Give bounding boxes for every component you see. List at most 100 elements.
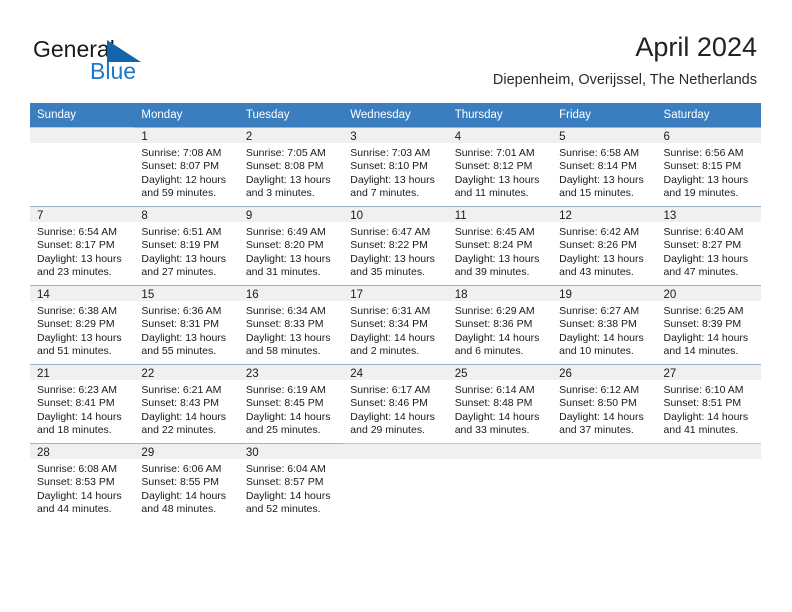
calendar-day-cell[interactable]: 5 Sunrise: 6:58 AM Sunset: 8:14 PM Daylight… [552,127,657,207]
sunset-text: Sunset: 8:26 PM [559,239,637,252]
daylight-text: Daylight: 13 hours and 11 minutes. [454,173,540,200]
daylight-text: Daylight: 14 hours and 37 minutes. [559,410,644,437]
sunset-text: Sunset: 8:45 PM [245,397,324,410]
calendar-table: Sunday Monday Tuesday Wednesday Thursday Frid… [30,103,761,522]
sunset-text: Sunset: 8:15 PM [663,160,742,173]
weekday-header-wednesday: Wednesday [343,103,448,128]
calendar-day-cell[interactable]: 20 Sunrise: 6:25 AM Sunset: 8:39 PM Dayligh… [656,285,761,365]
calendar-day-cell[interactable]: 21 Sunrise: 6:23 AM Sunset: 8:41 PM Dayligh… [30,364,135,444]
calendar-day-cell[interactable]: 24 Sunrise: 6:17 AM Sunset: 8:46 PM Dayligh… [343,364,448,444]
sunrise-text: Sunrise: 6:23 AM [37,384,117,396]
page-subtitle: Diepenheim, Overijssel, The Netherlands [492,72,757,88]
daylight-text: Daylight: 14 hours and 10 minutes. [559,331,644,358]
sunset-text: Sunset: 8:12 PM [454,160,533,173]
sunset-text: Sunset: 8:43 PM [141,397,220,410]
calendar-day-cell[interactable]: 19 Sunrise: 6:27 AM Sunset: 8:38 PM Dayligh… [552,285,657,365]
daylight-text: Daylight: 13 hours and 23 minutes. [37,252,122,279]
sunset-text: Sunset: 8:10 PM [350,160,428,173]
day-details: Sunrise: 6:21 AM Sunset: 8:43 PM Daylight:… [134,380,238,438]
logo-text-blue: Blue [90,58,137,84]
daylight-text: Daylight: 14 hours and 14 minutes. [663,331,749,358]
calendar-day-cell[interactable]: 15 Sunrise: 6:36 AM Sunset: 8:31 PM Dayligh… [134,285,239,365]
sunrise-text: Sunrise: 6:25 AM [663,305,744,317]
sunrise-text: Sunrise: 6:38 AM [37,305,117,317]
sunrise-text: Sunrise: 6:10 AM [663,384,744,396]
weekday-header-monday: Monday [134,103,239,128]
calendar-day-cell[interactable]: 4 Sunrise: 7:01 AM Sunset: 8:12 PM Daylight… [447,127,553,207]
day-details: Sunrise: 6:19 AM Sunset: 8:45 PM Daylight:… [239,380,343,438]
day-number [30,128,135,143]
day-number: 5 [552,128,657,143]
day-number: 9 [238,207,344,222]
daylight-text: Daylight: 13 hours and 27 minutes. [141,252,227,279]
weekday-header-saturday: Saturday [656,103,761,128]
calendar-week-row: 21 Sunrise: 6:23 AM Sunset: 8:41 PM Dayligh… [30,364,761,444]
sunrise-text: Sunrise: 6:19 AM [245,384,326,396]
day-number: 11 [447,207,553,222]
general-blue-logo[interactable]: General Blue [33,36,233,88]
calendar-day-cell[interactable]: 29 Sunrise: 6:06 AM Sunset: 8:55 PM Dayligh… [134,443,239,522]
day-number: 24 [343,365,448,380]
sunset-text: Sunset: 8:20 PM [245,239,324,252]
weekday-header-tuesday: Tuesday [238,103,344,128]
day-number: 18 [447,286,553,301]
daylight-text: Daylight: 13 hours and 47 minutes. [663,252,749,279]
calendar-cell-empty [343,443,448,522]
calendar-day-cell[interactable]: 18 Sunrise: 6:29 AM Sunset: 8:36 PM Dayligh… [447,285,553,365]
calendar-day-cell[interactable]: 30 Sunrise: 6:04 AM Sunset: 8:57 PM Dayligh… [238,443,344,522]
calendar-day-cell[interactable]: 7 Sunrise: 6:54 AM Sunset: 8:17 PM Daylight… [30,206,135,286]
calendar-day-cell[interactable]: 22 Sunrise: 6:21 AM Sunset: 8:43 PM Dayligh… [134,364,239,444]
sunset-text: Sunset: 8:53 PM [37,476,115,489]
sunset-text: Sunset: 8:38 PM [559,318,637,331]
day-details: Sunrise: 7:01 AM Sunset: 8:12 PM Daylight:… [448,143,552,201]
day-number: 17 [343,286,448,301]
day-number: 10 [343,207,448,222]
daylight-text: Daylight: 14 hours and 18 minutes. [37,410,122,437]
day-number: 13 [656,207,761,222]
calendar-day-cell[interactable]: 3 Sunrise: 7:03 AM Sunset: 8:10 PM Daylight… [343,127,448,207]
sunrise-text: Sunrise: 6:40 AM [663,226,744,238]
day-number: 6 [656,128,761,143]
weekday-header-sunday: Sunday [30,103,135,128]
sunrise-text: Sunrise: 6:14 AM [454,384,535,396]
calendar-day-cell[interactable]: 28 Sunrise: 6:08 AM Sunset: 8:53 PM Dayligh… [30,443,135,522]
calendar-day-cell[interactable]: 25 Sunrise: 6:14 AM Sunset: 8:48 PM Dayligh… [447,364,553,444]
calendar-day-cell[interactable]: 16 Sunrise: 6:34 AM Sunset: 8:33 PM Dayligh… [238,285,344,365]
calendar-day-cell[interactable]: 26 Sunrise: 6:12 AM Sunset: 8:50 PM Dayligh… [552,364,657,444]
calendar-day-cell[interactable]: 13 Sunrise: 6:40 AM Sunset: 8:27 PM Dayligh… [656,206,761,286]
calendar-day-cell[interactable]: 9 Sunrise: 6:49 AM Sunset: 8:20 PM Daylight… [238,206,344,286]
sunrise-text: Sunrise: 6:21 AM [141,384,222,396]
sunset-text: Sunset: 8:33 PM [245,318,324,331]
day-number: 14 [30,286,135,301]
sunset-text: Sunset: 8:22 PM [350,239,428,252]
daylight-text: Daylight: 14 hours and 25 minutes. [245,410,331,437]
calendar-day-cell[interactable]: 10 Sunrise: 6:47 AM Sunset: 8:22 PM Dayligh… [343,206,448,286]
calendar-day-cell[interactable]: 11 Sunrise: 6:45 AM Sunset: 8:24 PM Dayligh… [447,206,553,286]
calendar-day-cell[interactable]: 6 Sunrise: 6:56 AM Sunset: 8:15 PM Daylight… [656,127,761,207]
sunset-text: Sunset: 8:19 PM [141,239,220,252]
calendar-day-cell[interactable]: 27 Sunrise: 6:10 AM Sunset: 8:51 PM Dayligh… [656,364,761,444]
sunrise-text: Sunrise: 7:08 AM [141,147,222,159]
day-details: Sunrise: 6:08 AM Sunset: 8:53 PM Daylight:… [30,459,134,517]
calendar-day-cell[interactable]: 12 Sunrise: 6:42 AM Sunset: 8:26 PM Dayligh… [552,206,657,286]
daylight-text: Daylight: 13 hours and 31 minutes. [245,252,331,279]
sunrise-text: Sunrise: 6:12 AM [559,384,640,396]
page-header: General Blue April 2024 Diepenheim, Over… [0,0,792,100]
day-number: 16 [238,286,344,301]
day-details: Sunrise: 6:25 AM Sunset: 8:39 PM Daylight:… [657,301,761,359]
sunset-text: Sunset: 8:46 PM [350,397,428,410]
day-details: Sunrise: 6:12 AM Sunset: 8:50 PM Daylight:… [552,380,656,438]
sunrise-text: Sunrise: 7:03 AM [350,147,431,159]
day-details: Sunrise: 6:54 AM Sunset: 8:17 PM Daylight:… [30,222,134,280]
calendar-day-cell[interactable]: 23 Sunrise: 6:19 AM Sunset: 8:45 PM Dayligh… [238,364,344,444]
calendar-day-cell[interactable]: 17 Sunrise: 6:31 AM Sunset: 8:34 PM Dayligh… [343,285,448,365]
daylight-text: Daylight: 13 hours and 35 minutes. [350,252,435,279]
calendar-day-cell[interactable]: 1 Sunrise: 7:08 AM Sunset: 8:07 PM Daylight… [134,127,239,207]
sunset-text: Sunset: 8:34 PM [350,318,428,331]
calendar-week-row: 7 Sunrise: 6:54 AM Sunset: 8:17 PM Daylight… [30,206,761,286]
sunset-text: Sunset: 8:29 PM [37,318,115,331]
calendar-day-cell[interactable]: 2 Sunrise: 7:05 AM Sunset: 8:08 PM Daylight… [238,127,344,207]
calendar-day-cell[interactable]: 14 Sunrise: 6:38 AM Sunset: 8:29 PM Dayligh… [30,285,135,365]
calendar-day-cell[interactable]: 8 Sunrise: 6:51 AM Sunset: 8:19 PM Daylight… [134,206,239,286]
day-number: 25 [447,365,553,380]
